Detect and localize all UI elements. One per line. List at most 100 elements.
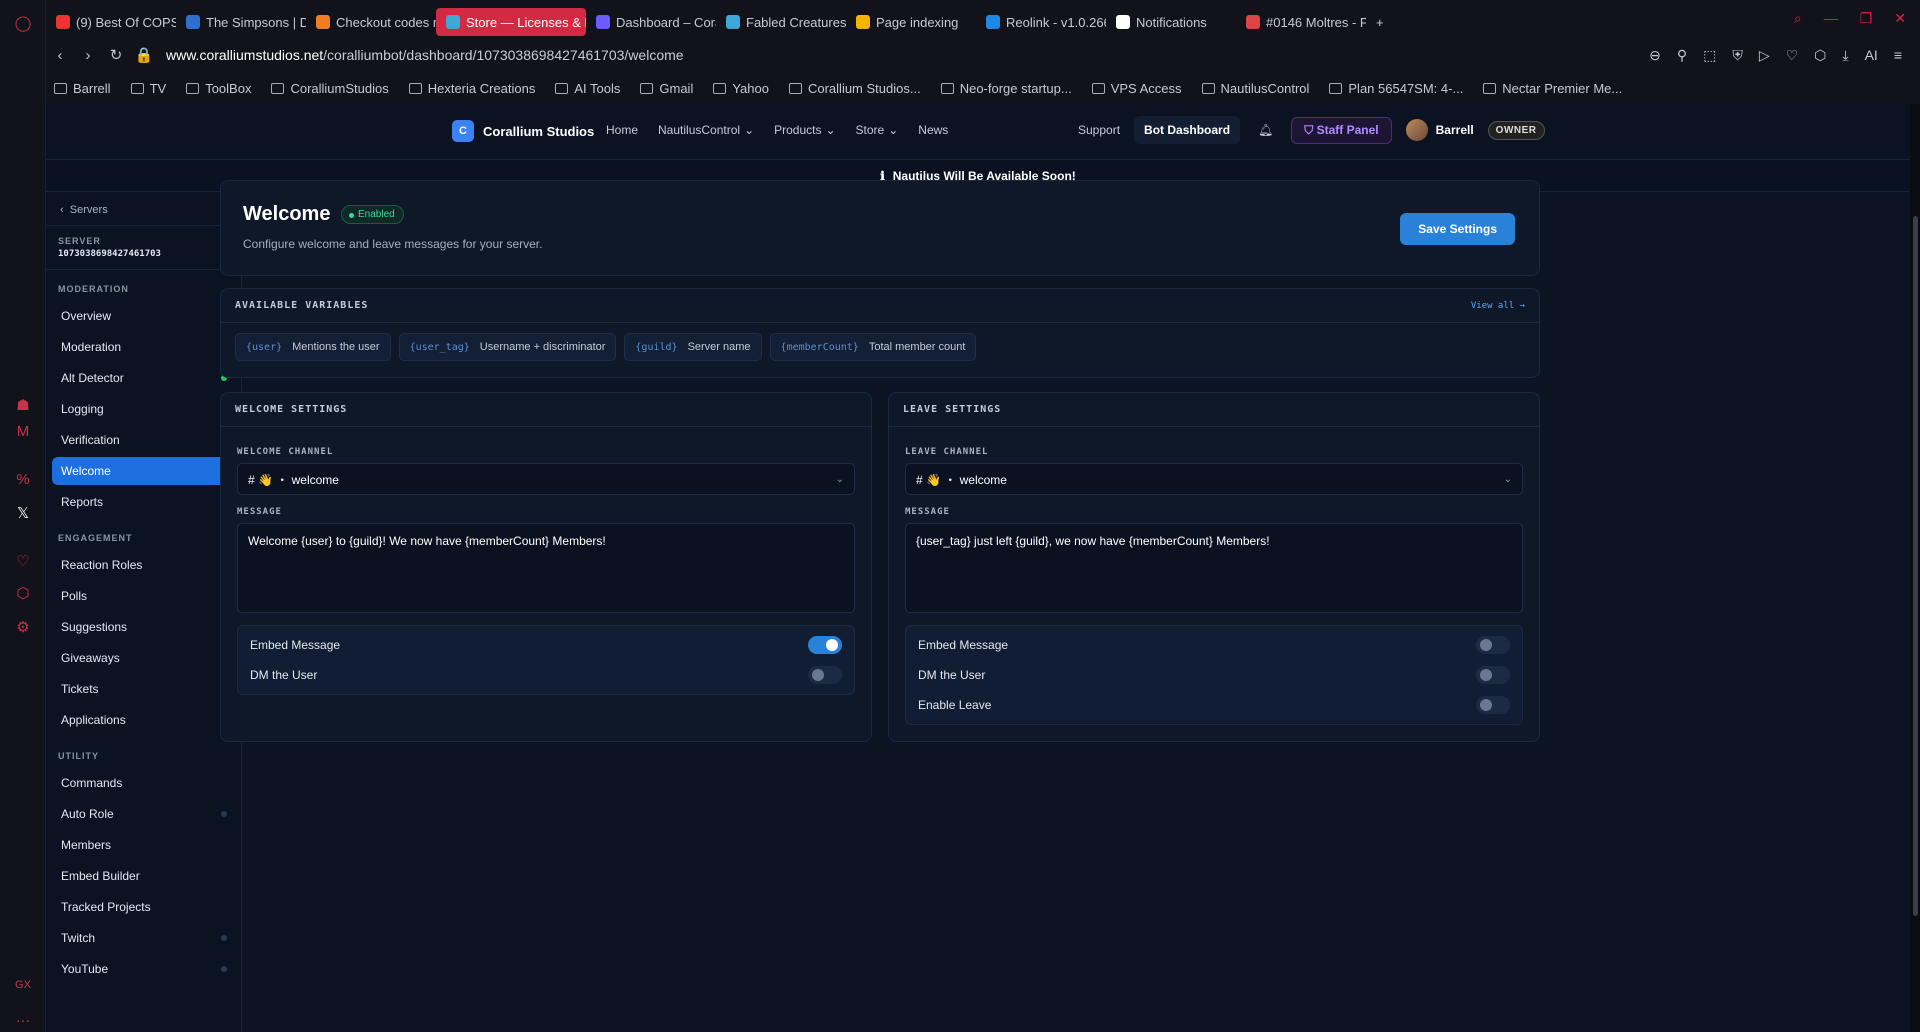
sidebar-item-embed-builder[interactable]: Embed Builder <box>52 862 235 890</box>
browser-tab[interactable]: (9) Best Of COPS S <box>46 8 176 36</box>
url-field[interactable]: www.coralliumstudios.net/coralliumbot/da… <box>166 47 684 63</box>
bookmark-item[interactable]: Gmail <box>640 81 693 96</box>
browser-tab[interactable]: The Simpsons | Disne <box>176 8 306 36</box>
sidebar-item-tickets[interactable]: Tickets <box>52 675 235 703</box>
user-name[interactable]: Barrell <box>1436 123 1474 137</box>
sidebar-item-logging[interactable]: Logging <box>52 395 235 423</box>
sidebar-item-suggestions[interactable]: Suggestions <box>52 613 235 641</box>
browser-tab[interactable]: #0146 Moltres - Pokém <box>1236 8 1366 36</box>
pin-icon[interactable]: ⚲ <box>1677 47 1687 64</box>
bookmark-item[interactable]: AI Tools <box>555 81 620 96</box>
variable-chip[interactable]: {user} Mentions the user <box>235 333 391 361</box>
nav-link-home[interactable]: Home <box>606 123 638 137</box>
sidebar-item-reports[interactable]: Reports <box>52 488 235 516</box>
sidebar-item-alt-detector[interactable]: Alt Detector <box>52 364 235 392</box>
bookmark-item[interactable]: NautilusControl <box>1201 81 1309 96</box>
save-settings-button[interactable]: Save Settings <box>1400 213 1515 245</box>
mail-icon[interactable]: M <box>12 420 34 442</box>
nav-link-store[interactable]: Store <box>856 123 885 137</box>
sidebar-item-reaction-roles[interactable]: Reaction Roles <box>52 551 235 579</box>
sidebar-item-youtube[interactable]: YouTube <box>52 955 235 983</box>
ai-button[interactable]: AI <box>1865 47 1878 64</box>
bookmark-item[interactable]: ToolBox <box>186 81 251 96</box>
bookmark-item[interactable]: Barrell <box>54 81 111 96</box>
nav-link-nautiluscontrol[interactable]: NautilusControl <box>658 123 740 137</box>
browser-tab[interactable]: Page indexing <box>846 8 976 36</box>
search-icon[interactable]: ⌕ <box>1794 10 1802 27</box>
nav-link-news[interactable]: News <box>918 123 948 137</box>
sidebar-item-commands[interactable]: Commands <box>52 769 235 797</box>
browser-tab[interactable]: Store — Licenses & Premiu <box>436 8 586 36</box>
minimize-icon[interactable]: — <box>1824 10 1838 27</box>
welcome-message-input[interactable]: Welcome {user} to {guild}! We now have {… <box>237 523 855 613</box>
bookmark-item[interactable]: VPS Access <box>1091 81 1182 96</box>
sidebar-item-overview[interactable]: Overview <box>52 302 235 330</box>
variable-chip[interactable]: {guild} Server name <box>624 333 762 361</box>
browser-tab[interactable]: Reolink - v1.0.266.1 <box>976 8 1106 36</box>
bell-icon[interactable]: 🔔︎ <box>1258 123 1273 137</box>
sidebar-item-applications[interactable]: Applications <box>52 706 235 734</box>
bookmark-item[interactable]: CoralliumStudios <box>271 81 389 96</box>
new-tab-icon[interactable]: + <box>1366 8 1394 36</box>
zoom-icon[interactable]: ⊖ <box>1649 47 1661 64</box>
sidebar-item-welcome[interactable]: Welcome <box>52 457 235 485</box>
leave-channel-select[interactable]: # 👋 ・ welcome ⌄ <box>905 463 1523 495</box>
download-icon[interactable]: ⤓ <box>1842 47 1848 64</box>
extensions-icon[interactable]: ⬡ <box>1814 47 1826 64</box>
avatar[interactable] <box>1405 119 1428 141</box>
variable-chip[interactable]: {memberCount} Total member count <box>769 333 977 361</box>
bookmark-item[interactable]: Neo-forge startup... <box>940 81 1072 96</box>
toggle-switch[interactable] <box>808 636 842 654</box>
forward-icon[interactable]: › <box>74 47 102 64</box>
bookmark-item[interactable]: Plan 56547SM: 4-... <box>1329 81 1463 96</box>
sidebar-item-moderation[interactable]: Moderation <box>52 333 235 361</box>
view-all-link[interactable]: View all → <box>1471 301 1525 311</box>
opera-logo-icon[interactable]: ◯ <box>12 12 34 34</box>
brand[interactable]: C Corallium Studios <box>452 120 594 142</box>
sidebar-item-tracked-projects[interactable]: Tracked Projects <box>52 893 235 921</box>
settings-icon[interactable]: ⚙ <box>12 616 34 638</box>
bookmark-item[interactable]: TV <box>130 81 166 96</box>
shield-icon[interactable]: ⛨ <box>1732 47 1743 64</box>
toggle-switch[interactable] <box>1476 696 1510 714</box>
browser-tab[interactable]: Checkout codes not g <box>306 8 436 36</box>
more-icon[interactable]: … <box>12 1006 34 1028</box>
back-icon[interactable]: ‹ <box>46 47 74 64</box>
gx-icon[interactable]: GX <box>12 974 34 996</box>
bookmark-item[interactable]: Corallium Studios... <box>788 81 921 96</box>
toggle-switch[interactable] <box>1476 636 1510 654</box>
bot-dashboard-link[interactable]: Bot Dashboard <box>1134 116 1241 144</box>
browser-tab[interactable]: Notifications <box>1106 8 1236 36</box>
heart-icon[interactable]: ♡ <box>1786 47 1799 64</box>
browser-tab[interactable]: Fabled Creatures — C <box>716 8 846 36</box>
sidebar-item-verification[interactable]: Verification <box>52 426 235 454</box>
staff-panel-button[interactable]: ⛉ Staff Panel <box>1291 116 1392 144</box>
scrollbar-thumb[interactable] <box>1913 216 1918 916</box>
support-link[interactable]: Support <box>1078 123 1120 137</box>
sidebar-item-giveaways[interactable]: Giveaways <box>52 644 235 672</box>
bookmark-item[interactable]: Nectar Premier Me... <box>1483 81 1622 96</box>
browser-tab[interactable]: Dashboard – Coralliu <box>586 8 716 36</box>
bookmark-item[interactable]: Yahoo <box>713 81 769 96</box>
bookmark-item[interactable]: Hexteria Creations <box>408 81 535 96</box>
scrollbar[interactable] <box>1910 104 1920 1032</box>
variable-chip[interactable]: {user_tag} Username + discriminator <box>398 333 617 361</box>
welcome-channel-select[interactable]: # 👋 ・ welcome ⌄ <box>237 463 855 495</box>
toggle-switch[interactable] <box>808 666 842 684</box>
sidebar-item-members[interactable]: Members <box>52 831 235 859</box>
extension-icon[interactable]: ⬡ <box>12 582 34 604</box>
servers-back[interactable]: ‹ Servers ‹ <box>46 194 241 226</box>
nav-link-products[interactable]: Products <box>774 123 821 137</box>
toggle-switch[interactable] <box>1476 666 1510 684</box>
bot-icon[interactable]: ☗ <box>12 394 34 416</box>
leave-message-input[interactable]: {user_tag} just left {guild}, we now hav… <box>905 523 1523 613</box>
sidebar-item-twitch[interactable]: Twitch <box>52 924 235 952</box>
menu-icon[interactable]: ≡ <box>1894 47 1902 64</box>
x-icon[interactable]: 𝕏 <box>12 502 34 524</box>
sidebar-item-auto-role[interactable]: Auto Role <box>52 800 235 828</box>
heart-icon[interactable]: ♡ <box>12 550 34 572</box>
close-icon[interactable]: ✕ <box>1894 10 1906 27</box>
play-icon[interactable]: ▷ <box>1759 47 1770 64</box>
reload-icon[interactable]: ↻ <box>102 46 130 64</box>
percent-icon[interactable]: % <box>12 468 34 490</box>
